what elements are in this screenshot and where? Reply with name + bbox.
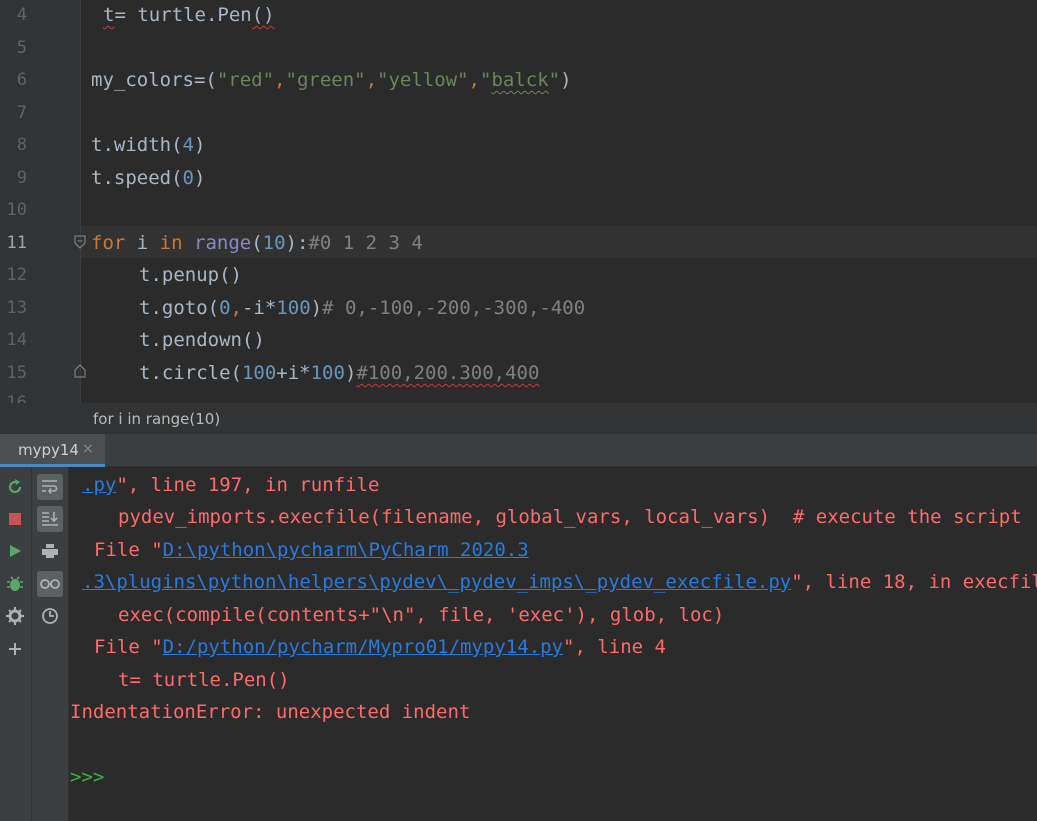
code-line-13: t.goto(0,-i*100)# 0,-100,-200,-300,-400 (139, 297, 586, 319)
line-number-current: 11 (6, 233, 27, 253)
line-number: 10 (6, 200, 27, 220)
console-toolbar (31, 467, 69, 821)
code-line-15: t.circle(100+i*100)#100,200.300,400 (139, 362, 540, 384)
file-link[interactable]: .3\plugins\python\helpers\pydev\_pydev_i… (82, 571, 791, 593)
line-number: 14 (6, 330, 27, 350)
console-line: File "D:\python\pycharm\PyCharm 2020.3 (94, 539, 529, 561)
stop-icon (9, 513, 21, 525)
line-number-gutter: 4 5 6 7 8 9 10 11 12 13 14 15 16 (0, 0, 80, 403)
code-line-4: t= turtle.Pen() (103, 4, 275, 26)
console-line: t= turtle.Pen() (118, 669, 290, 691)
code-line-14: t.pendown() (139, 329, 265, 351)
line-number: 6 (16, 70, 27, 90)
run-icon (10, 545, 21, 557)
code-line-6: my_colors=("red","green","yellow","balck… (91, 69, 572, 91)
code-line-8: t.width(4) (91, 134, 206, 156)
close-icon[interactable]: × (82, 441, 94, 457)
line-number: 5 (16, 38, 27, 58)
breadcrumb-item[interactable]: for i in range(10) (93, 410, 220, 428)
console-output[interactable]: .py", line 197, in runfile pydev_imports… (69, 467, 1037, 821)
run-toolbar (0, 467, 31, 821)
tab-mypy14[interactable]: mypy14 × (0, 434, 105, 467)
rerun-button[interactable] (2, 474, 28, 500)
code-editor[interactable]: 4 5 6 7 8 9 10 11 12 13 14 15 16 t= turt… (0, 0, 1037, 403)
line-number: 16 (6, 393, 27, 403)
code-line-9: t.speed(0) (91, 167, 206, 189)
error-message: IndentationError: unexpected indent (70, 701, 471, 723)
line-number: 9 (16, 168, 27, 188)
console-line: File "D:/python/pycharm/Mypro01/mypy14.p… (94, 636, 666, 658)
console-line: exec(compile(contents+"\n", file, 'exec'… (118, 604, 725, 626)
run-tab-bar: mypy14 × (0, 434, 1037, 467)
print-button[interactable] (37, 538, 63, 564)
console-line: pydev_imports.execfile(filename, global_… (118, 506, 1022, 528)
debug-icon (7, 576, 23, 591)
soft-wrap-button[interactable] (37, 474, 63, 500)
line-number: 12 (6, 265, 27, 285)
soft-wrap-icon (42, 480, 58, 494)
add-icon (9, 643, 21, 655)
rerun-icon (8, 479, 22, 494)
add-button[interactable] (2, 636, 28, 662)
settings-button[interactable] (2, 603, 28, 629)
line-number: 15 (6, 363, 27, 383)
stop-button[interactable] (2, 506, 28, 532)
fold-end-icon[interactable] (73, 364, 87, 378)
debug-button[interactable] (2, 571, 28, 597)
code-line-11: for i in range(10):#0 1 2 3 4 (91, 232, 423, 254)
run-button[interactable] (2, 538, 28, 564)
settings-icon (6, 607, 24, 625)
file-link[interactable]: .py (82, 474, 116, 496)
console-line: .3\plugins\python\helpers\pydev\_pydev_i… (82, 571, 1037, 593)
code-line-12: t.penup() (139, 264, 242, 286)
view-variables-icon (40, 579, 60, 589)
tab-label: mypy14 (18, 441, 79, 459)
scroll-to-end-button[interactable] (37, 506, 63, 532)
scroll-to-end-icon (42, 512, 58, 526)
line-number: 4 (16, 5, 27, 25)
fold-open-icon[interactable] (73, 235, 87, 249)
line-number: 7 (16, 103, 27, 123)
breadcrumb: for i in range(10) (0, 403, 1037, 434)
history-button[interactable] (37, 603, 63, 629)
file-link[interactable]: D:\python\pycharm\PyCharm 2020.3 (163, 539, 529, 561)
gutter-separator (80, 0, 81, 403)
history-icon (42, 608, 58, 624)
view-variables-button[interactable] (37, 571, 63, 597)
line-number: 8 (16, 135, 27, 155)
print-icon (42, 544, 58, 558)
line-number: 13 (6, 298, 27, 318)
console-prompt[interactable]: >>> (70, 766, 104, 788)
console-line: .py", line 197, in runfile (82, 474, 380, 496)
file-link[interactable]: D:/python/pycharm/Mypro01/mypy14.py (163, 636, 563, 658)
